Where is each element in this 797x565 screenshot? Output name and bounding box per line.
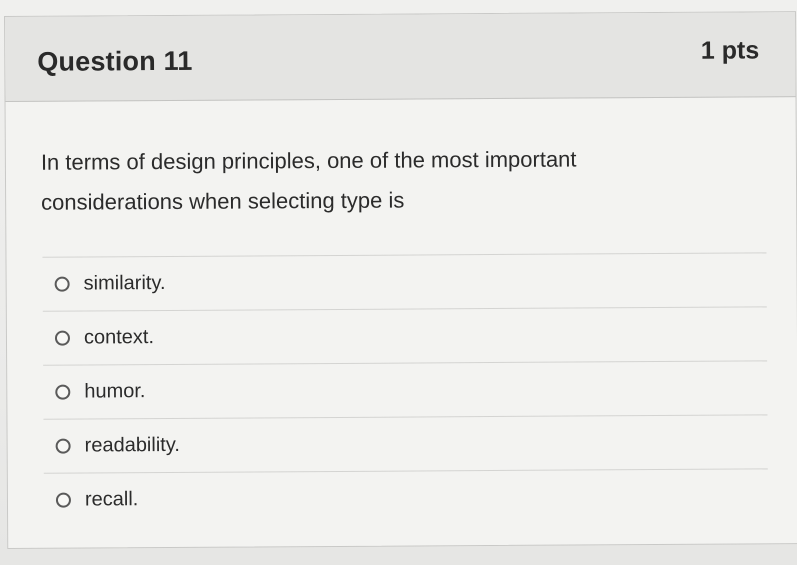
answer-list: similarity. context. humor. readability.… xyxy=(42,252,769,527)
answer-label[interactable]: humor. xyxy=(84,380,145,403)
question-prompt: In terms of design principles, one of th… xyxy=(40,146,577,215)
question-header: Question 11 1 pts xyxy=(5,12,796,102)
question-points: 1 pts xyxy=(700,36,760,65)
question-title: Question 11 xyxy=(37,45,193,77)
answer-option-context[interactable]: context. xyxy=(42,306,768,365)
answer-label[interactable]: similarity. xyxy=(84,272,166,295)
answer-label[interactable]: readability. xyxy=(85,434,180,458)
answer-option-similarity[interactable]: similarity. xyxy=(42,252,767,311)
answer-option-humor[interactable]: humor. xyxy=(43,360,768,419)
radio-button-icon[interactable] xyxy=(54,276,70,292)
question-card: Question 11 1 pts In terms of design pri… xyxy=(4,11,797,549)
screen: Question 11 1 pts In terms of design pri… xyxy=(0,0,797,565)
answer-label[interactable]: context. xyxy=(84,326,154,349)
radio-button-icon[interactable] xyxy=(54,330,71,346)
answer-option-recall[interactable]: recall. xyxy=(43,468,769,527)
radio-button-icon[interactable] xyxy=(55,492,72,508)
answer-option-readability[interactable]: readability. xyxy=(43,414,768,473)
radio-button-icon[interactable] xyxy=(55,438,71,454)
radio-button-icon[interactable] xyxy=(55,384,71,400)
answer-label[interactable]: recall. xyxy=(85,488,138,511)
